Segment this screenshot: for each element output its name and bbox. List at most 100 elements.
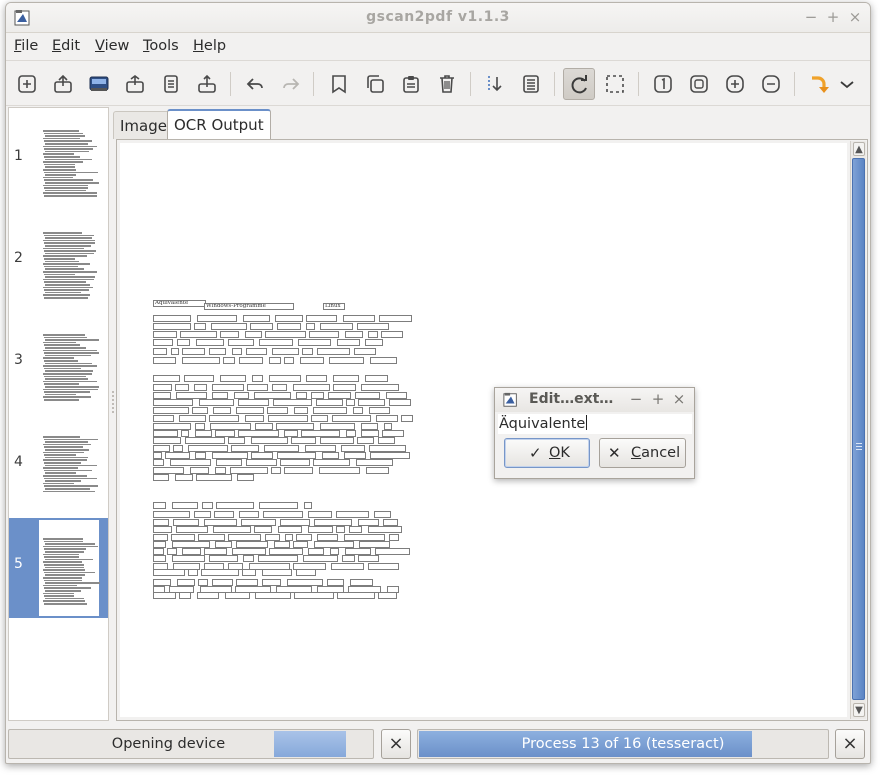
- ocr-word-box[interactable]: [271, 467, 281, 474]
- menu-help[interactable]: Help: [193, 38, 226, 54]
- minimize-button[interactable]: −: [802, 8, 820, 26]
- ocr-word-box[interactable]: [383, 519, 398, 526]
- ocr-word-box[interactable]: [153, 592, 176, 599]
- ocr-word-box[interactable]: [287, 579, 323, 586]
- scroll-up-arrow-icon[interactable]: ▲: [853, 142, 865, 156]
- ocr-word-box[interactable]: [239, 511, 259, 518]
- ocr-word-box[interactable]: [153, 445, 170, 452]
- ocr-word-box[interactable]: [346, 430, 356, 437]
- ocr-word-box[interactable]: [197, 592, 219, 599]
- ocr-word-box[interactable]: [303, 555, 338, 562]
- ocr-word-box[interactable]: [319, 467, 360, 474]
- ocr-word-box[interactable]: [238, 430, 279, 437]
- ocr-word-box[interactable]: [153, 502, 166, 509]
- ocr-word-box[interactable]: [278, 526, 302, 533]
- ocr-word-box[interactable]: [386, 392, 407, 399]
- ocr-word-box[interactable]: [232, 348, 242, 355]
- ocr-word-box[interactable]: [153, 437, 181, 444]
- ocr-word-box[interactable]: [320, 423, 355, 430]
- select-all-button[interactable]: [515, 68, 547, 100]
- ocr-word-box[interactable]: [313, 407, 347, 414]
- ocr-word-box[interactable]: [223, 357, 235, 364]
- ocr-word-box[interactable]: [376, 415, 398, 422]
- ocr-word-box[interactable]: [212, 579, 233, 586]
- ocr-word-box[interactable]: [357, 437, 374, 444]
- email-button[interactable]: [155, 68, 187, 100]
- menu-tools[interactable]: Tools: [143, 38, 179, 54]
- ocr-canvas[interactable]: Äquivalente Windows-Programme Linux: [120, 143, 847, 717]
- zoom-out-button[interactable]: [755, 68, 787, 100]
- ocr-word-box[interactable]: [213, 526, 251, 533]
- ocr-word-box[interactable]: [236, 579, 258, 586]
- cancel-process-button[interactable]: ×: [835, 729, 865, 759]
- menu-file[interactable]: File: [14, 38, 38, 54]
- ocr-word-box[interactable]: [199, 399, 234, 406]
- ocr-word-box[interactable]: [313, 459, 350, 466]
- undo-button[interactable]: [239, 68, 271, 100]
- ocr-word-box[interactable]: [153, 407, 189, 414]
- ocr-word-box[interactable]: [361, 430, 379, 437]
- ocr-word-box[interactable]: [317, 348, 350, 355]
- ocr-word-box[interactable]: [209, 555, 238, 562]
- ocr-text-field[interactable]: Äquivalente: [498, 414, 692, 434]
- ocr-word-box[interactable]: [241, 519, 276, 526]
- ocr-word-box[interactable]: [304, 502, 312, 509]
- ocr-word-box[interactable]: [173, 445, 183, 452]
- ocr-word-box[interactable]: [336, 511, 369, 518]
- ocr-word-box[interactable]: [333, 384, 356, 391]
- dialog-close-button[interactable]: ×: [672, 391, 686, 407]
- scan-button[interactable]: [83, 68, 115, 100]
- ocr-word-box[interactable]: [274, 541, 290, 548]
- crop-select-button[interactable]: [599, 68, 631, 100]
- ocr-word-box[interactable]: [228, 437, 245, 444]
- print-button[interactable]: [191, 68, 223, 100]
- ocr-word-box[interactable]: [153, 399, 193, 406]
- ocr-word-box[interactable]: [284, 430, 298, 437]
- page-thumbnail[interactable]: 1: [9, 110, 108, 210]
- ocr-word-box[interactable]: [170, 459, 211, 466]
- ocr-word-box[interactable]: [308, 526, 333, 533]
- ocr-word-box[interactable]: [153, 357, 176, 364]
- ocr-word-box[interactable]: [345, 331, 363, 338]
- menu-view[interactable]: View: [95, 38, 129, 54]
- ocr-word-box[interactable]: [269, 548, 303, 555]
- ocr-word-box[interactable]: [358, 519, 379, 526]
- ocr-word-box[interactable]: [196, 339, 224, 346]
- copy-button[interactable]: [359, 68, 391, 100]
- cut-button[interactable]: [323, 68, 355, 100]
- ocr-word-box[interactable]: [370, 357, 397, 364]
- ocr-word-box[interactable]: [379, 315, 412, 322]
- ocr-word-box[interactable]: [254, 392, 291, 399]
- ocr-word-box[interactable]: [378, 437, 395, 444]
- ocr-word-box[interactable]: [272, 348, 299, 355]
- ocr-word-box[interactable]: [153, 526, 172, 533]
- tab-image[interactable]: Image: [113, 111, 174, 139]
- zoom-fit-button[interactable]: [683, 68, 715, 100]
- ocr-word-box[interactable]: [259, 339, 293, 346]
- ocr-word-box[interactable]: [188, 445, 228, 452]
- ocr-word-box[interactable]: [220, 375, 246, 382]
- ocr-word-box[interactable]: [374, 511, 391, 518]
- ocr-word-box[interactable]: [333, 375, 359, 382]
- ocr-word[interactable]: Linux: [323, 303, 345, 310]
- ocr-word-box[interactable]: [265, 331, 306, 338]
- ocr-word-box[interactable]: [211, 323, 247, 330]
- ocr-word-box[interactable]: [284, 357, 294, 364]
- ocr-word-box[interactable]: [254, 526, 272, 533]
- ocr-word-box[interactable]: [361, 423, 378, 430]
- ocr-word-box[interactable]: [389, 534, 399, 541]
- ocr-word-box[interactable]: [294, 592, 334, 599]
- ocr-word-box[interactable]: [369, 445, 406, 452]
- ocr-word-box[interactable]: [366, 467, 389, 474]
- dialog-maximize-button[interactable]: +: [651, 391, 665, 407]
- ocr-word-box[interactable]: [165, 452, 190, 459]
- ocr-word-box[interactable]: [239, 357, 263, 364]
- ocr-word-box[interactable]: [285, 534, 293, 541]
- ocr-word-box[interactable]: [331, 563, 364, 570]
- ocr-word-box[interactable]: [277, 323, 301, 330]
- ocr-word-box[interactable]: [309, 331, 339, 338]
- ocr-word-box[interactable]: [153, 459, 164, 466]
- ocr-word-box[interactable]: [365, 375, 388, 382]
- ocr-word-box[interactable]: [302, 348, 313, 355]
- ocr-word-box[interactable]: [246, 348, 267, 355]
